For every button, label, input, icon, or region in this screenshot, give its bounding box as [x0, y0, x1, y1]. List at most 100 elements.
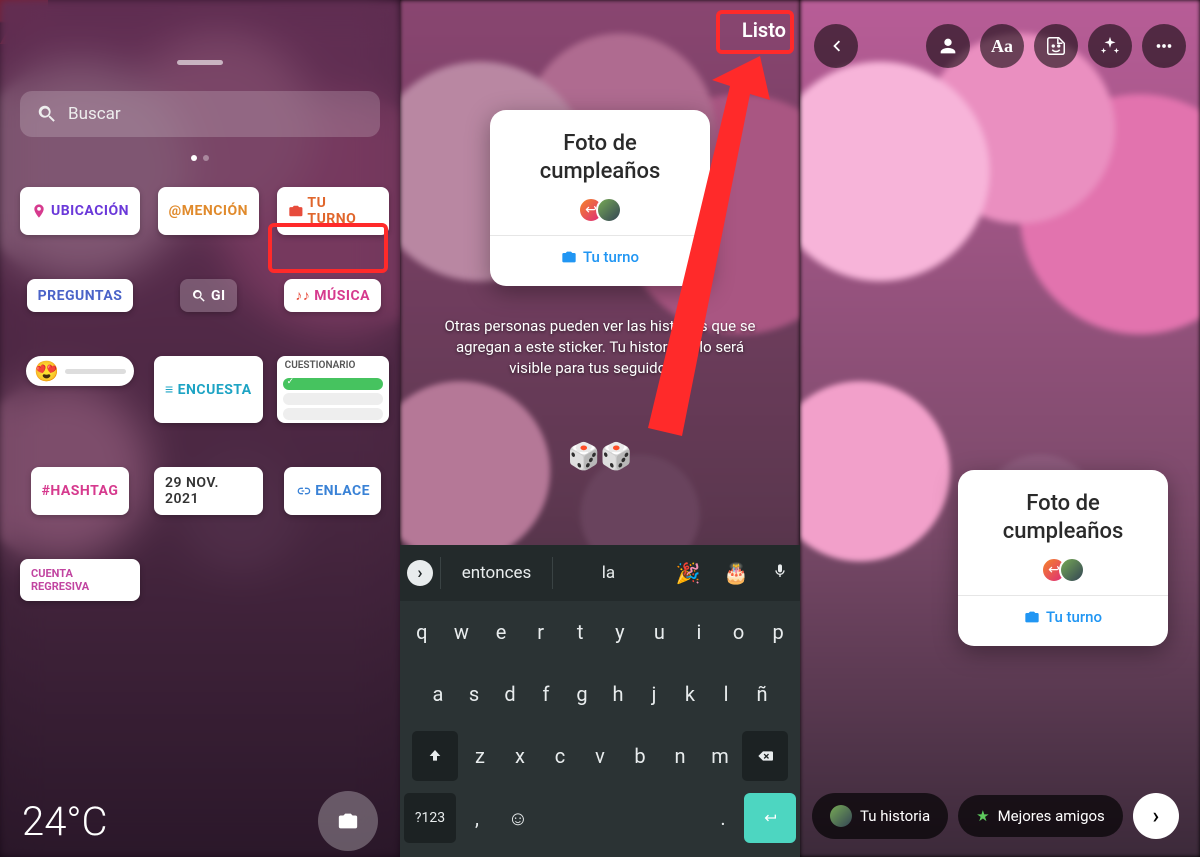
avatar	[830, 805, 852, 827]
tu-turno-card[interactable]: Foto de cumpleaños ↩ Tu turno	[490, 110, 710, 286]
camera-icon	[288, 203, 304, 219]
key-p[interactable]: p	[760, 607, 796, 657]
tray-handle[interactable]	[177, 60, 223, 65]
sticker-mencion[interactable]: @MENCIÓN	[158, 187, 259, 235]
tag-people-button[interactable]	[926, 24, 970, 68]
mic-button[interactable]	[760, 563, 800, 584]
keyboard: › entonces la 🎉 🎂 qwertyuiop asdfghjklñ …	[400, 545, 800, 857]
temperature-sticker[interactable]: 24°C	[22, 798, 107, 845]
key-v[interactable]: v	[582, 731, 618, 781]
camera-button[interactable]	[318, 791, 378, 851]
key-j[interactable]: j	[638, 669, 670, 719]
key-o[interactable]: o	[721, 607, 757, 657]
share-next[interactable]: ›	[1133, 793, 1179, 839]
key-h[interactable]: h	[602, 669, 634, 719]
key-a[interactable]: a	[422, 669, 454, 719]
backspace-key[interactable]	[742, 731, 788, 781]
tag-people-icon	[937, 35, 959, 57]
key-f[interactable]: f	[530, 669, 562, 719]
key-w[interactable]: w	[444, 607, 480, 657]
text-button[interactable]: Aa	[980, 24, 1024, 68]
sticker-tray: Buscar UBICACIÓN @MENCIÓN TU TURNO PREGU…	[0, 0, 400, 857]
expand-suggestions[interactable]: ›	[400, 560, 440, 586]
sticker-preguntas[interactable]: PREGUNTAS	[27, 279, 134, 312]
sticker-hashtag[interactable]: #HASHTAG	[31, 467, 130, 515]
shift-key[interactable]	[412, 731, 458, 781]
key-l[interactable]: l	[710, 669, 742, 719]
sticker-musica[interactable]: ♪♪ MÚSICA	[284, 279, 381, 312]
backspace-icon	[757, 748, 773, 764]
key-m[interactable]: m	[702, 731, 738, 781]
share-close-friends[interactable]: ★ Mejores amigos	[958, 795, 1123, 837]
suggestion-bar: › entonces la 🎉 🎂	[400, 545, 800, 601]
camera-icon	[337, 810, 359, 832]
key-y[interactable]: y	[602, 607, 638, 657]
key-g[interactable]: g	[566, 669, 598, 719]
search-icon	[36, 103, 58, 125]
space-key[interactable]	[542, 793, 702, 843]
sticker-date[interactable]: 29 NOV. 2021	[154, 467, 263, 515]
dice-button[interactable]: 🎲🎲	[568, 442, 633, 472]
card-cta[interactable]: Tu turno	[514, 248, 686, 266]
search-placeholder: Buscar	[68, 104, 121, 124]
key-q[interactable]: q	[404, 607, 440, 657]
pin-icon	[31, 203, 47, 219]
annotation-highlight	[716, 10, 794, 54]
sticker-ubicacion[interactable]: UBICACIÓN	[20, 187, 140, 235]
emoji-key[interactable]: ☺	[498, 793, 538, 843]
shift-icon	[427, 748, 443, 764]
share-your-story[interactable]: Tu historia	[812, 793, 948, 839]
key-z[interactable]: z	[462, 731, 498, 781]
key-u[interactable]: u	[642, 607, 678, 657]
info-text: Otras personas pueden ver las historias …	[400, 316, 800, 379]
sticker-icon	[1045, 35, 1067, 57]
search-input[interactable]: Buscar	[20, 91, 380, 137]
panel-story-editor: Aa Foto de cumpleaños ↩ Tu turno Tu hist…	[800, 0, 1200, 857]
key-s[interactable]: s	[458, 669, 490, 719]
key-row-3: zxcvbnm	[400, 725, 800, 787]
suggestion[interactable]: la	[552, 557, 664, 589]
poll-icon: ≡	[165, 381, 174, 398]
link-icon	[295, 483, 311, 499]
card-title: Foto de cumpleaños	[982, 490, 1144, 545]
card-cta[interactable]: Tu turno	[982, 608, 1144, 626]
key-x[interactable]: x	[502, 731, 538, 781]
sticker-gif[interactable]: GI	[180, 279, 237, 312]
key-ñ[interactable]: ñ	[746, 669, 778, 719]
key-k[interactable]: k	[674, 669, 706, 719]
emoji-suggestion[interactable]: 🎂	[712, 561, 760, 585]
user-avatar	[596, 197, 622, 223]
comma-key[interactable]: ,	[460, 793, 494, 843]
key-i[interactable]: i	[681, 607, 717, 657]
sticker-enlace[interactable]: ENLACE	[284, 467, 381, 515]
key-n[interactable]: n	[662, 731, 698, 781]
sticker-cuenta-regresiva[interactable]: CUENTA REGRESIVA	[20, 559, 140, 601]
effects-button[interactable]	[1088, 24, 1132, 68]
card-avatars: ↩	[514, 197, 686, 223]
key-e[interactable]: e	[483, 607, 519, 657]
key-b[interactable]: b	[622, 731, 658, 781]
sticker-cuestionario[interactable]: CUESTIONARIO	[277, 356, 389, 423]
card-avatars: ↩	[982, 557, 1144, 583]
bottom-row: 24°C	[0, 791, 400, 851]
enter-key[interactable]	[744, 793, 796, 843]
period-key[interactable]: .	[706, 793, 740, 843]
tu-turno-card[interactable]: Foto de cumpleaños ↩ Tu turno	[958, 470, 1168, 646]
key-r[interactable]: r	[523, 607, 559, 657]
panel-sticker-tray: Buscar UBICACIÓN @MENCIÓN TU TURNO PREGU…	[0, 0, 400, 857]
sticker-emoji-slider[interactable]: 😍	[26, 356, 134, 386]
suggestion[interactable]: entonces	[440, 557, 552, 589]
symbols-key[interactable]: ?123	[404, 793, 456, 843]
sticker-encuesta[interactable]: ≡ ENCUESTA	[154, 356, 263, 423]
key-c[interactable]: c	[542, 731, 578, 781]
back-button[interactable]	[814, 24, 858, 68]
search-icon	[191, 288, 207, 304]
emoji-suggestion[interactable]: 🎉	[664, 561, 712, 585]
more-button[interactable]	[1142, 24, 1186, 68]
dots-icon	[1153, 35, 1175, 57]
card-title: Foto de cumpleaños	[514, 130, 686, 185]
sparkle-icon	[1099, 35, 1121, 57]
key-d[interactable]: d	[494, 669, 526, 719]
key-t[interactable]: t	[562, 607, 598, 657]
sticker-button[interactable]	[1034, 24, 1078, 68]
